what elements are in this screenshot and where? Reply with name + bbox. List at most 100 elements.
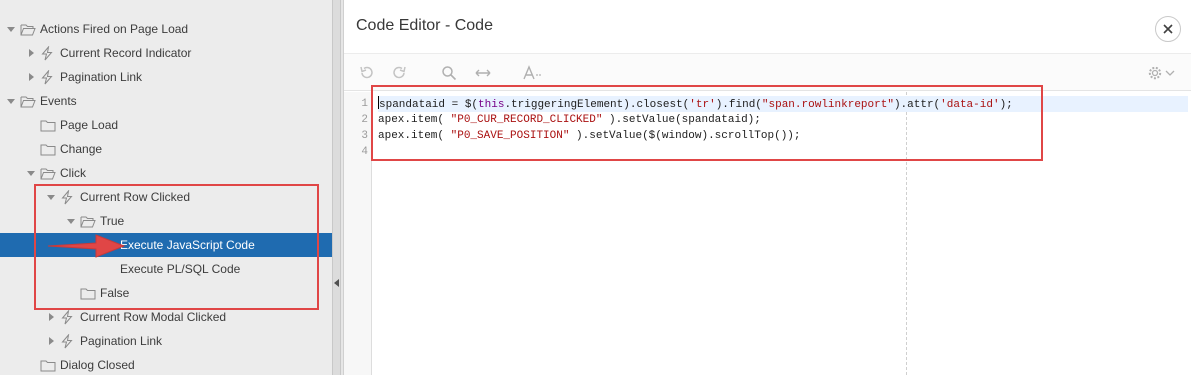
toggle-spacer (26, 113, 36, 137)
undo-icon (360, 66, 373, 79)
redo-button[interactable] (390, 63, 410, 83)
tree-item-label: Pagination Link (60, 70, 143, 84)
collapse-toggle-icon[interactable] (46, 329, 56, 353)
code-token: ); (999, 99, 1013, 111)
code-string: "P0_SAVE_POSITION" (450, 130, 570, 142)
search-button[interactable] (439, 63, 459, 83)
collapse-toggle-icon[interactable] (46, 305, 56, 329)
toggle-spacer (86, 257, 96, 281)
folder-open-icon (20, 89, 38, 113)
tree-item[interactable]: Execute JavaScript Code (0, 233, 332, 257)
toggle-spacer (26, 137, 36, 161)
folder-icon (80, 281, 98, 305)
code-line[interactable]: spandataid = $(this.triggeringElement).c… (378, 96, 1188, 112)
tree-item-label: Execute JavaScript Code (120, 238, 255, 252)
tree-item-label: Current Record Indicator (60, 46, 192, 60)
tree-item-label: Dialog Closed (60, 358, 135, 372)
code-line[interactable]: apex.item( "P0_CUR_RECORD_CLICKED" ).set… (378, 112, 761, 128)
line-number: 4 (361, 146, 368, 158)
tree-item[interactable]: Page Load (0, 113, 332, 137)
folder-open-icon (40, 161, 58, 185)
close-button[interactable] (1155, 16, 1181, 42)
expand-toggle-icon[interactable] (6, 17, 16, 41)
tree-item[interactable]: Current Record Indicator (0, 41, 332, 65)
tree-item[interactable]: Current Row Modal Clicked (0, 305, 332, 329)
folder-open-icon (80, 209, 98, 233)
dialog-title: Code Editor - Code (356, 17, 493, 34)
tree-item[interactable]: Click (0, 161, 332, 185)
search-icon (442, 66, 457, 81)
collapse-toggle-icon[interactable] (26, 41, 36, 65)
tree-item-label: False (100, 286, 130, 300)
tree-item[interactable]: Events (0, 89, 332, 113)
toggle-spacer (66, 281, 76, 305)
folder-icon (40, 353, 58, 375)
tree-item[interactable]: Pagination Link (0, 65, 332, 89)
tree-item[interactable]: False (0, 281, 332, 305)
print-margin-line (906, 92, 907, 375)
settings-gear-icon (1148, 66, 1162, 80)
collapse-handle-icon[interactable] (334, 279, 339, 287)
line-number: 2 (361, 114, 368, 126)
close-icon (1163, 24, 1173, 34)
code-token: ).attr( (893, 99, 941, 111)
expand-toggle-icon[interactable] (66, 209, 76, 233)
line-number: 3 (361, 130, 368, 142)
redo-icon (393, 66, 406, 79)
autocomplete-button[interactable] (522, 63, 544, 83)
tree-item[interactable]: Dialog Closed (0, 353, 332, 375)
tree-item-label: Click (60, 166, 86, 180)
collapse-toggle-icon[interactable] (26, 65, 36, 89)
replace-icon (475, 69, 491, 77)
autocomplete-icon (523, 65, 541, 80)
panel-splitter[interactable] (332, 0, 341, 375)
lightning-icon (60, 185, 78, 209)
code-editor[interactable]: 1 2 3 4 spandataid = $(this.triggeringEleme… (344, 92, 1191, 375)
code-line[interactable]: apex.item( "P0_SAVE_POSITION" ).setValue… (378, 128, 801, 144)
tree-item-label: Current Row Clicked (80, 190, 191, 204)
code-token: apex.item( (378, 114, 451, 126)
tree-panel: Actions Fired on Page Load Current Record… (0, 0, 332, 375)
editor-toolbar (344, 53, 1191, 91)
code-token: ).find( (715, 99, 762, 111)
code-keyword: this (478, 99, 505, 111)
tree-item-label: Page Load (60, 118, 119, 132)
icon-spacer (100, 233, 118, 257)
tree-item-label: Execute PL/SQL Code (120, 262, 241, 276)
code-string: 'data-id' (940, 99, 1000, 111)
tree-item[interactable]: Change (0, 137, 332, 161)
tree-item[interactable]: Actions Fired on Page Load (0, 17, 332, 41)
undo-button[interactable] (356, 63, 376, 83)
code-token: .triggeringElement).closest( (504, 99, 690, 111)
chevron-down-icon (1165, 70, 1175, 76)
toggle-spacer (26, 353, 36, 375)
expand-toggle-icon[interactable] (26, 161, 36, 185)
line-number: 1 (361, 98, 368, 110)
tree-item-label: Pagination Link (80, 334, 163, 348)
expand-toggle-icon[interactable] (6, 89, 16, 113)
code-token: ).setValue(spandataid); (602, 114, 761, 126)
lightning-icon (60, 305, 78, 329)
tree-item[interactable]: Current Row Clicked (0, 185, 332, 209)
tree-item-label: Current Row Modal Clicked (80, 310, 227, 324)
tree-item-label: Events (40, 94, 77, 108)
lightning-icon (60, 329, 78, 353)
tree-item-label: True (100, 214, 125, 228)
tree-item-label: Change (60, 142, 103, 156)
folder-icon (40, 137, 58, 161)
code-token: spandataid = $( (379, 99, 479, 111)
replace-button[interactable] (472, 63, 494, 83)
tree-item-label: Actions Fired on Page Load (40, 22, 189, 36)
line-number-gutter: 1 2 3 4 (344, 92, 372, 375)
toggle-spacer (86, 233, 96, 257)
tree-item[interactable]: Execute PL/SQL Code (0, 257, 332, 281)
icon-spacer (100, 257, 118, 281)
expand-toggle-icon[interactable] (46, 185, 56, 209)
tree-item[interactable]: True (0, 209, 332, 233)
lightning-icon (40, 65, 58, 89)
code-string: 'tr' (689, 99, 716, 111)
code-string: "P0_CUR_RECORD_CLICKED" (450, 114, 603, 126)
settings-menu-button[interactable] (1144, 63, 1178, 83)
tree-item[interactable]: Pagination Link (0, 329, 332, 353)
lightning-icon (40, 41, 58, 65)
